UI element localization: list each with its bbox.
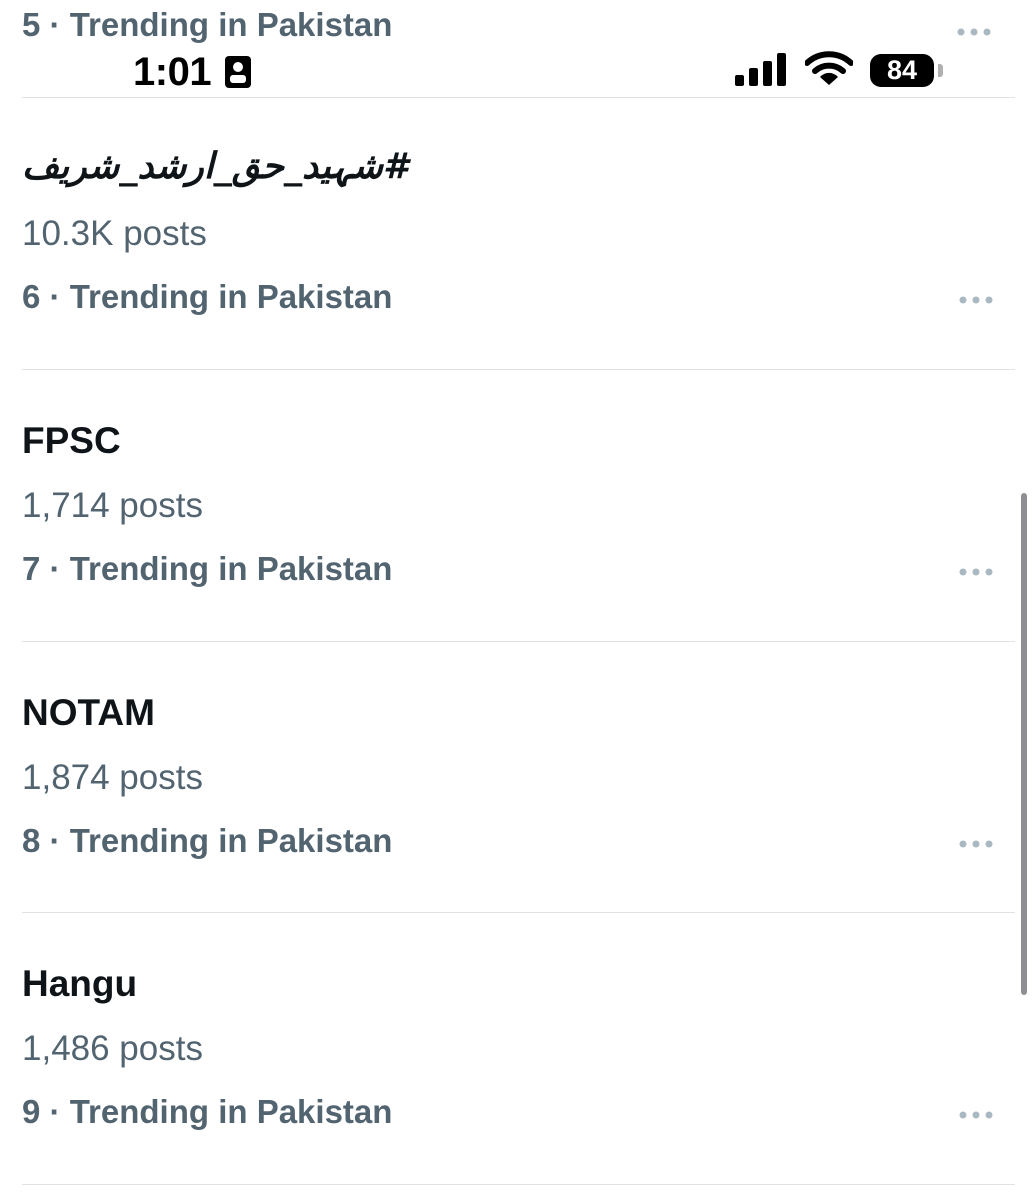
trend-title: FPSC [22, 420, 121, 461]
more-button[interactable] [958, 560, 994, 584]
more-button[interactable] [958, 288, 994, 312]
more-horizontal-icon [959, 840, 993, 848]
trend-item[interactable]: Hangu 1,486 posts 9 · Trending in Pakist… [0, 913, 1036, 1184]
more-button[interactable] [958, 832, 994, 856]
trend-rank: 9 [22, 1093, 41, 1130]
trend-context: Trending in Pakistan [69, 550, 393, 587]
status-bar: 1:01 84 [0, 0, 1036, 98]
trend-rank: 6 [22, 278, 41, 315]
trend-rank: 7 [22, 550, 41, 587]
trend-post-count: 10.3K posts [22, 214, 207, 253]
meta-separator: · [49, 278, 61, 315]
more-horizontal-icon [959, 296, 993, 304]
trend-item[interactable]: NOTAM 1,874 posts 8 · Trending in Pakist… [0, 642, 1036, 913]
battery-indicator: 84 [870, 54, 934, 87]
trend-post-count: 1,486 posts [22, 1029, 203, 1068]
wifi-icon [805, 51, 853, 85]
meta-separator: · [49, 822, 61, 859]
more-horizontal-icon [959, 1111, 993, 1119]
cellular-signal-icon [735, 53, 786, 86]
trend-item[interactable]: #شہید_حق_ارشد_شریف 10.3K posts 6 · Trend… [0, 98, 1036, 369]
meta-separator: · [49, 550, 61, 587]
trend-post-count: 1,874 posts [22, 758, 203, 797]
trend-title: NOTAM [22, 692, 155, 733]
divider [22, 1184, 1015, 1185]
trend-context: Trending in Pakistan [69, 822, 393, 859]
trend-title: Hangu [22, 963, 138, 1004]
scrollbar[interactable] [1021, 493, 1027, 995]
trend-meta: 6 · Trending in Pakistan [22, 278, 392, 316]
trend-item[interactable]: FPSC 1,714 posts 7 · Trending in Pakista… [0, 370, 1036, 641]
status-time: 1:01 [133, 50, 212, 94]
meta-separator: · [49, 1093, 61, 1130]
trend-meta: 7 · Trending in Pakistan [22, 550, 392, 588]
trend-context: Trending in Pakistan [69, 1093, 393, 1130]
more-horizontal-icon [959, 568, 993, 576]
trend-post-count: 1,714 posts [22, 486, 203, 525]
trend-title: #شہید_حق_ارشد_شریف [22, 146, 409, 187]
trend-meta: 8 · Trending in Pakistan [22, 822, 392, 860]
more-button[interactable] [958, 1103, 994, 1127]
battery-level: 84 [886, 55, 918, 85]
trend-rank: 8 [22, 822, 41, 859]
battery-cap [938, 64, 943, 77]
trend-meta: 9 · Trending in Pakistan [22, 1093, 392, 1131]
contact-card-icon [225, 56, 251, 88]
trend-context: Trending in Pakistan [69, 278, 393, 315]
